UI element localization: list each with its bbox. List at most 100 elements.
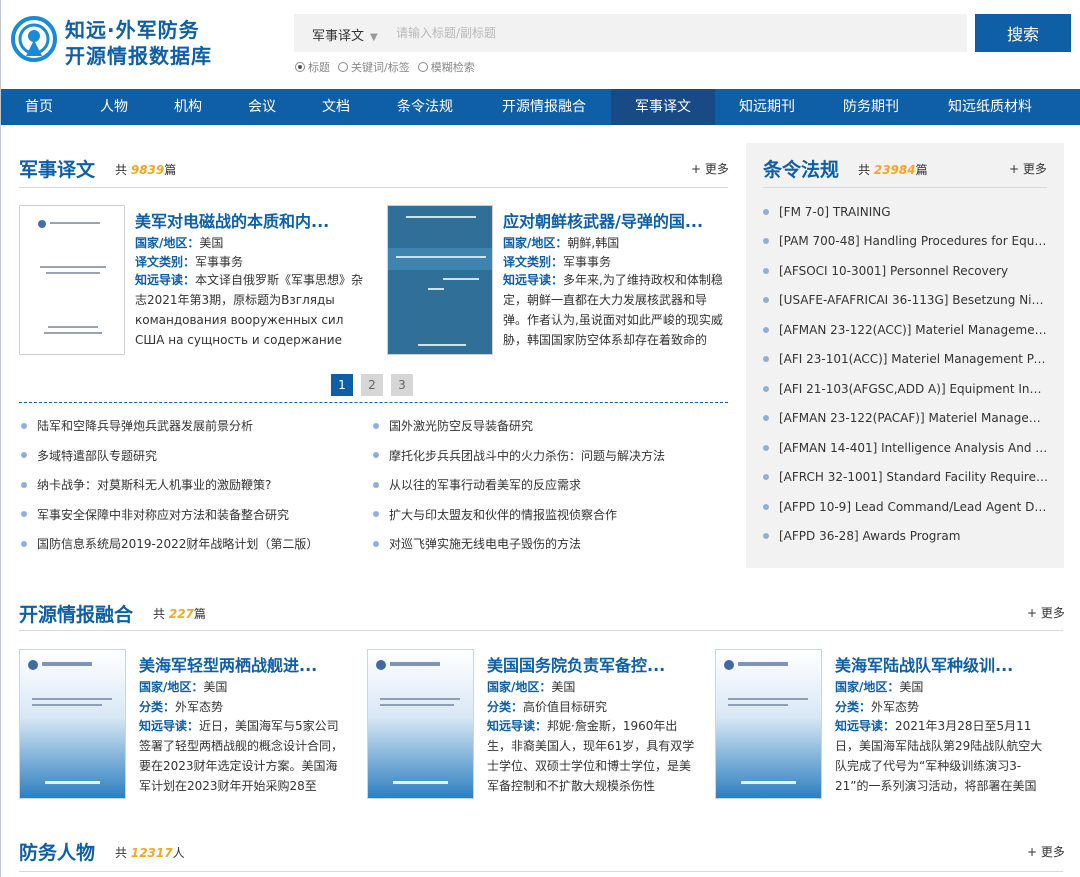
card-guide: 知远导读：近日，美国海军与5家公司签署了轻型两栖战舰的概念设计合同，要在2023… [139, 716, 349, 798]
nav-defense-journals[interactable]: 防务期刊 [819, 89, 923, 125]
list-item[interactable]: [AFMAN 23-122(PACAF)] Materiel Managemen… [763, 404, 1048, 434]
translation-section-title: 军事译文 [19, 159, 96, 181]
meta-label: 知远导读： [503, 273, 564, 287]
site-logo[interactable]: 知远·外军防务 开源情报数据库 [11, 12, 261, 68]
list-item-label: 国防信息系统局2019-2022财年战略计划（第二版） [37, 537, 319, 552]
people-more-link[interactable]: + 更多 [1027, 843, 1065, 860]
list-item[interactable]: 纳卡战争：对莫斯科无人机事业的激励鞭策? [21, 470, 361, 500]
fusion-more-link[interactable]: + 更多 [1027, 604, 1065, 621]
card-guide: 知远导读：邦妮·詹金斯，1960年出生，非裔美国人，现年61岁，具有双学士学位、… [487, 716, 697, 798]
list-item[interactable]: 军事安全保障中非对称应对方法和装备整合研究 [21, 500, 361, 530]
page-button[interactable]: 3 [391, 374, 413, 396]
list-item[interactable]: [AFMAN 14-401] Intelligence Analysis And… [763, 433, 1048, 463]
nav-print-materials[interactable]: 知远纸质材料 [923, 89, 1057, 125]
card-guide: 知远导读：本文译自俄罗斯《军事思想》杂志2021年第3期，原标题为Взгляды… [135, 270, 367, 352]
translation-card-title[interactable]: 美军对电磁战的本质和内... [135, 208, 365, 232]
list-item[interactable]: [PAM 700-48] Handling Procedures for Equ… [763, 227, 1048, 257]
cover-emblem-icon [724, 660, 734, 670]
list-item-label: [AFI 23-101(ACC)] Materiel Management Po… [779, 352, 1048, 367]
list-item[interactable]: 国防信息系统局2019-2022财年战略计划（第二版） [21, 529, 361, 559]
search-option-fuzzy[interactable]: 模糊检索 [417, 59, 475, 75]
list-item[interactable]: [AFRCH 32-1001] Standard Facility Requir… [763, 463, 1048, 493]
list-item[interactable]: 多域特遣部队专题研究 [21, 441, 361, 471]
list-item[interactable]: [FM 7-0] TRAINING [763, 197, 1048, 227]
dashed-divider [19, 402, 728, 403]
list-item[interactable]: 摩托化步兵兵团战斗中的火力杀伤：问题与解决方法 [373, 441, 728, 471]
bullet-icon [763, 297, 769, 304]
search-option-keyword[interactable]: 关键词/标签 [338, 59, 410, 75]
nav-organizations[interactable]: 机构 [151, 89, 225, 125]
list-item[interactable]: [AFPD 10-9] Lead Command/Lead Agent Desi… [763, 492, 1048, 522]
card-type: 分类：高价值目标研究 [487, 698, 607, 715]
meta-label: 国家/地区： [503, 236, 568, 250]
list-item-label: 纳卡战争：对莫斯科无人机事业的激励鞭策? [37, 478, 272, 493]
meta-label: 知远导读： [835, 719, 896, 733]
search-button[interactable]: 搜索 [975, 14, 1071, 52]
list-item[interactable]: [AFMAN 23-122(ACC)] Materiel Management … [763, 315, 1048, 345]
cover-emblem-icon [38, 220, 46, 228]
list-item[interactable]: 从以往的军事行动看美军的反应需求 [373, 470, 728, 500]
fusion-card-title[interactable]: 美海军陆战队军种级训... [835, 652, 1045, 676]
divider [19, 630, 1063, 631]
header: 知远·外军防务 开源情报数据库 军事译文 ▼ 搜索 标题 关键词/标签 模糊检索 [1, 0, 1080, 90]
list-item[interactable]: 国外激光防空反导装备研究 [373, 411, 728, 441]
list-item[interactable]: [AFPD 36-28] Awards Program [763, 522, 1048, 552]
bullet-icon [373, 452, 379, 459]
report-cover-thumbnail[interactable] [715, 649, 822, 799]
search-input[interactable] [396, 18, 956, 48]
count-suffix: 篇 [193, 607, 206, 621]
translation-more-link[interactable]: + 更多 [691, 160, 729, 177]
nav-regulations[interactable]: 条令法规 [373, 89, 477, 125]
cover-line [396, 256, 486, 258]
page-button[interactable]: 2 [361, 374, 383, 396]
bullet-icon [763, 267, 769, 274]
meta-label: 国家/地区： [139, 680, 204, 694]
nav-people[interactable]: 人物 [77, 89, 151, 125]
list-item[interactable]: 陆军和空降兵导弹炮兵武器发展前景分析 [21, 411, 361, 441]
meta-label: 知远导读： [487, 719, 548, 733]
regulations-more-link[interactable]: + 更多 [1009, 160, 1047, 177]
people-count: 共 12317人 [115, 844, 185, 861]
cover-line [728, 698, 808, 700]
list-item[interactable]: [AFI 23-101(ACC)] Materiel Management Po… [763, 345, 1048, 375]
translation-card-title[interactable]: 应对朝鲜核武器/导弹的国... [503, 208, 727, 232]
bullet-icon [763, 444, 769, 451]
divider [19, 187, 728, 188]
nav-conferences[interactable]: 会议 [225, 89, 299, 125]
divider [763, 187, 1047, 188]
translation-links-right: 国外激光防空反导装备研究 摩托化步兵兵团战斗中的火力杀伤：问题与解决方法 从以往… [373, 411, 728, 559]
list-item[interactable]: 对巡飞弹实施无线电电子毁伤的方法 [373, 529, 728, 559]
meta-value: 军事事务 [195, 255, 244, 269]
meta-label: 国家/地区： [135, 236, 200, 250]
search-option-label: 标题 [308, 61, 330, 74]
document-cover-thumbnail[interactable] [19, 205, 125, 355]
list-item[interactable]: 扩大与印太盟友和伙伴的情报监视侦察合作 [373, 500, 728, 530]
list-item[interactable]: [USAFE-AFAFRICAI 36-113G] Besetzung Nich… [763, 286, 1048, 316]
nav-osint-fusion[interactable]: 开源情报融合 [477, 89, 611, 125]
report-cover-thumbnail[interactable] [19, 649, 126, 799]
page-button[interactable]: 1 [331, 374, 353, 396]
list-item[interactable]: [AFI 21-103(AFGSC,ADD A)] Equipment Inve… [763, 374, 1048, 404]
bullet-icon [763, 238, 769, 245]
nav-documents[interactable]: 文档 [299, 89, 373, 125]
fusion-card-title[interactable]: 美海军轻型两栖战舰进... [139, 652, 347, 676]
nav-zhiyuan-journals[interactable]: 知远期刊 [715, 89, 819, 125]
fusion-card-title[interactable]: 美国国务院负责军备控... [487, 652, 695, 676]
list-item-label: 陆军和空降兵导弹炮兵武器发展前景分析 [37, 419, 254, 434]
nav-home[interactable]: 首页 [1, 89, 77, 125]
document-cover-thumbnail[interactable] [387, 205, 493, 355]
search-option-title[interactable]: 标题 [295, 59, 330, 75]
bullet-icon [373, 540, 379, 547]
cover-line [380, 698, 460, 700]
list-item-label: [FM 7-0] TRAINING [779, 204, 891, 219]
list-item[interactable]: [AFSOCI 10-3001] Personnel Recovery [763, 256, 1048, 286]
list-item-label: [AFPD 10-9] Lead Command/Lead Agent Desi… [779, 499, 1048, 514]
radar-logo-icon [11, 16, 57, 62]
report-cover-thumbnail[interactable] [367, 649, 474, 799]
search-category-select[interactable]: 军事译文 ▼ [312, 25, 378, 44]
list-item-label: 多域特遣部队专题研究 [37, 448, 158, 463]
card-country: 国家/地区：美国 [135, 234, 223, 251]
nav-military-translation[interactable]: 军事译文 [611, 89, 715, 125]
meta-label: 分类： [487, 700, 524, 714]
regulations-list: [FM 7-0] TRAINING [PAM 700-48] Handling … [763, 197, 1048, 551]
